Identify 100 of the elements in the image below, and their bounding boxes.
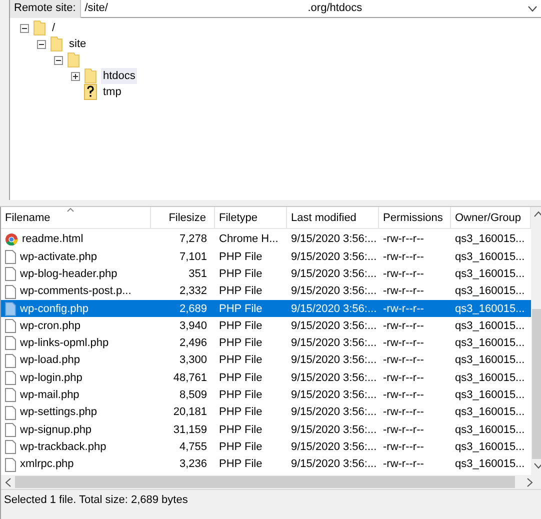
file-row[interactable]: wp-login.php 48,761 PHP File 9/15/2020 3:56:... -rw-r--r-- qs3_160015... (1, 369, 531, 387)
scrollbar-thumb[interactable] (15, 476, 515, 488)
collapse-icon[interactable] (54, 56, 63, 64)
scrollbar-thumb[interactable] (532, 309, 541, 459)
file-row[interactable]: wp-links-opml.php 2,496 PHP File 9/15/2020 3:56:... -rw-r--r-- qs3_160015... (1, 334, 531, 352)
table-cell-text: PHP File (219, 405, 262, 420)
file-icon (5, 371, 16, 386)
table-cell-text: qs3_160015... (455, 388, 525, 404)
table-cell-text: wp-activate.php (20, 250, 98, 265)
column-header[interactable]: Filename (1, 207, 151, 228)
table-cell-text: 9/15/2020 3:56:... (291, 405, 377, 420)
table-cell-text: qs3_160015... (455, 302, 525, 317)
table-cell-text: wp-mail.php (20, 388, 80, 404)
table-cell-text: -rw-r--r-- (383, 284, 424, 300)
table-cell-text: PHP File (219, 440, 262, 455)
file-icon (5, 388, 16, 402)
file-icon (5, 250, 16, 264)
table-cell-text: 351 (188, 266, 207, 282)
table-cell-text: wp-login.php (20, 370, 82, 386)
folder-icon (33, 20, 46, 36)
file-row[interactable]: wp-blog-header.php 351 PHP File 9/15/2020 3:56:... -rw-r--r-- qs3_160015... (1, 266, 531, 283)
table-cell-text: -rw-r--r-- (383, 266, 424, 282)
table-cell-text: qs3_160015... (455, 353, 525, 368)
table-cell-text: qs3_160015... (455, 422, 525, 438)
question-folder-icon (84, 84, 97, 100)
folder-icon (84, 68, 97, 84)
table-cell-text: wp-signup.php (20, 422, 92, 438)
table-cell-text: 9/15/2020 3:56:... (291, 353, 377, 368)
column-header[interactable]: Filetype (215, 207, 287, 228)
file-icon (5, 440, 16, 454)
table-cell-text: 2,689 (179, 302, 207, 317)
table-cell-text: 9/15/2020 3:56:... (291, 250, 377, 265)
file-icon (5, 406, 16, 420)
table-cell-text: 8,509 (179, 388, 207, 404)
table-cell-text: wp-load.php (20, 353, 80, 368)
table-cell-text: 9/15/2020 3:56:... (291, 284, 377, 300)
collapse-icon[interactable] (37, 40, 46, 48)
table-cell-text: PHP File (219, 422, 262, 438)
table-cell-text: PHP File (219, 318, 262, 334)
table-cell-text: -rw-r--r-- (383, 457, 424, 472)
table-cell-text: -rw-r--r-- (383, 232, 424, 248)
table-cell-text: PHP File (219, 302, 262, 317)
file-row[interactable]: wp-mail.php 8,509 PHP File 9/15/2020 3:56:... -rw-r--r-- qs3_160015... (1, 386, 531, 404)
table-cell-text: PHP File (219, 457, 262, 472)
table-cell-text: PHP File (219, 250, 262, 265)
table-cell-text: 9/15/2020 3:56:... (291, 388, 377, 404)
column-header[interactable]: Filesize (151, 207, 215, 228)
table-cell-text: PHP File (219, 353, 262, 368)
table-cell-text: -rw-r--r-- (383, 353, 424, 368)
table-cell-text: -rw-r--r-- (383, 405, 424, 420)
column-header[interactable]: Last modified (287, 207, 379, 228)
table-cell-text: qs3_160015... (455, 336, 525, 352)
file-row[interactable]: wp-load.php 3,300 PHP File 9/15/2020 3:56:... -rw-r--r-- qs3_160015... (1, 352, 531, 370)
table-cell-text: Chrome H... (219, 232, 278, 248)
table-cell-text: -rw-r--r-- (383, 250, 424, 265)
scroll-down-icon[interactable] (534, 463, 541, 469)
table-cell-text: qs3_160015... (455, 370, 525, 386)
table-cell-text: 48,761 (173, 370, 207, 386)
dropdown-chevron-icon[interactable] (528, 6, 537, 12)
file-row[interactable]: wp-activate.php 7,101 PHP File 9/15/2020 3:56:... -rw-r--r-- qs3_160015... (1, 248, 531, 266)
tree-item[interactable]: htdocs (101, 68, 138, 84)
status-text: Selected 1 file. Total size: 2,689 bytes (4, 493, 188, 508)
table-cell-text: -rw-r--r-- (383, 370, 424, 386)
table-cell-text: 4,755 (179, 440, 207, 455)
collapse-icon[interactable] (20, 24, 29, 32)
scroll-left-icon[interactable] (5, 478, 11, 486)
table-cell-text: PHP File (219, 266, 262, 282)
table-cell-text: 2,332 (179, 284, 207, 300)
file-row[interactable]: wp-trackback.php 4,755 PHP File 9/15/2020 3:56:... -rw-r--r-- qs3_160015... (1, 438, 531, 456)
file-row[interactable]: wp-signup.php 31,159 PHP File 9/15/2020 3:56:... -rw-r--r-- qs3_160015... (1, 421, 531, 439)
column-header[interactable]: Permissions (379, 207, 451, 228)
scroll-right-icon[interactable] (527, 478, 533, 486)
browser-icon (5, 233, 18, 246)
table-cell-text: qs3_160015... (455, 232, 525, 248)
table-cell-text: 3,940 (179, 318, 207, 334)
table-cell-text: PHP File (219, 336, 262, 352)
file-row[interactable]: wp-settings.php 20,181 PHP File 9/15/2020 3:56:... -rw-r--r-- qs3_160015... (1, 404, 531, 422)
file-row[interactable]: xmlrpc.php 3,236 PHP File 9/15/2020 3:56:... -rw-r--r-- qs3_160015... (1, 456, 531, 474)
table-cell-text: 9/15/2020 3:56:... (291, 370, 377, 386)
file-row[interactable]: wp-cron.php 3,940 PHP File 9/15/2020 3:56:... -rw-r--r-- qs3_160015... (1, 317, 531, 335)
tree-item[interactable]: site (67, 36, 88, 52)
table-cell-text: -rw-r--r-- (383, 388, 424, 404)
table-cell-text: wp-blog-header.php (20, 266, 118, 282)
table-cell-text: 3,300 (179, 353, 207, 368)
tree-item[interactable]: tmp (101, 84, 124, 100)
remote-path-field[interactable]: /site/ .org/htdocs (80, 0, 541, 18)
table-cell-text: 9/15/2020 3:56:... (291, 440, 377, 455)
table-cell-text: -rw-r--r-- (383, 336, 424, 352)
tree-item[interactable]: / (50, 20, 58, 36)
file-icon (5, 319, 16, 334)
file-row[interactable]: wp-comments-post.p... 2,332 PHP File 9/15/2020 3:56:... -rw-r--r-- qs3_160015... (1, 282, 531, 300)
table-cell-text: 9/15/2020 3:56:... (291, 302, 377, 317)
table-cell-text: 9/15/2020 3:56:... (291, 232, 377, 248)
file-row[interactable]: wp-config.php 2,689 PHP File 9/15/2020 3:56:... -rw-r--r-- qs3_160015... (1, 300, 531, 318)
table-cell-text: qs3_160015... (455, 457, 525, 472)
file-icon (5, 336, 16, 350)
file-row[interactable]: readme.html 7,278 Chrome H... 9/15/2020 3:56:... -rw-r--r-- qs3_160015... (1, 231, 531, 248)
table-cell-text: qs3_160015... (455, 266, 525, 282)
expand-icon[interactable] (71, 72, 80, 80)
scroll-up-icon[interactable] (534, 211, 541, 217)
